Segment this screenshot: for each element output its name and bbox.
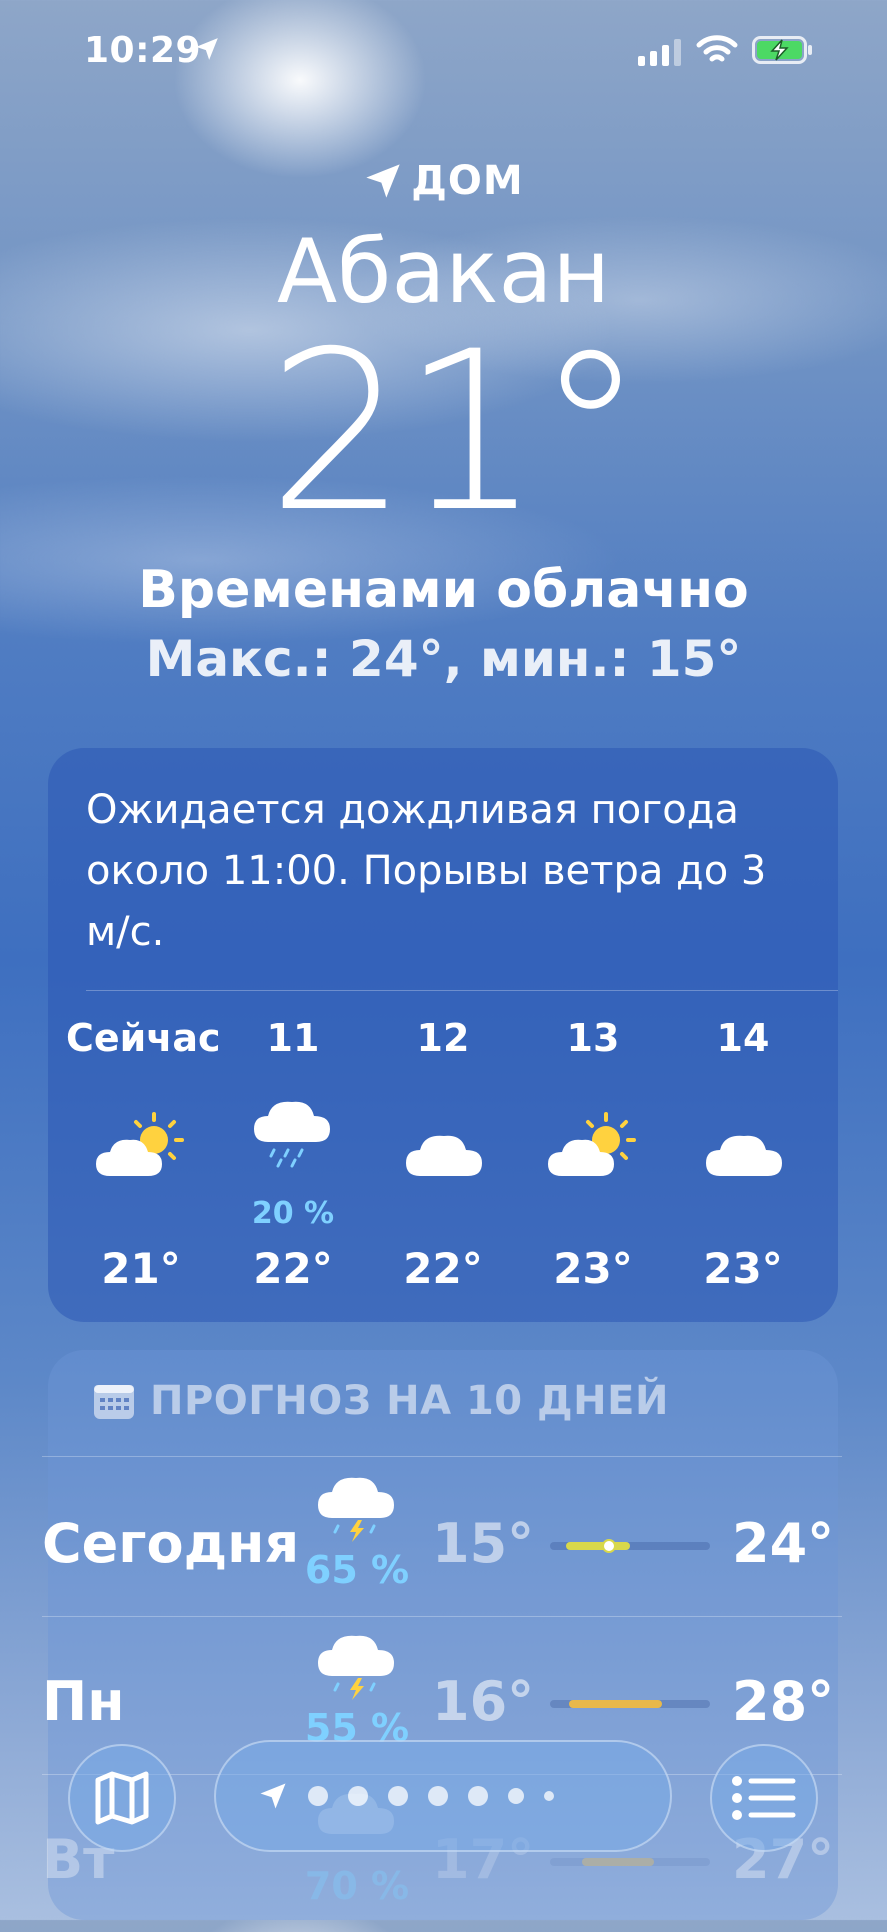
hour-label: Сейчас [66,1016,221,1060]
list-icon [732,1776,796,1820]
location-pager[interactable] [214,1740,672,1852]
hour-temperature: 21° [101,1244,181,1293]
page-dot[interactable] [348,1786,368,1806]
hour-label: 12 [416,1016,470,1060]
forecast-summary: Ожидается дождливая погода около 11:00. … [86,787,767,955]
ten-day-header: ПРОГНОЗ НА 10 ДНЕЙ [92,1378,669,1424]
page-dot[interactable] [508,1788,524,1804]
temperature-range-bar [550,1539,710,1553]
temperature-range-fill [582,1858,654,1866]
divider [42,1456,842,1457]
page-dot[interactable] [428,1786,448,1806]
temperature-range-fill [566,1542,630,1550]
page-dot[interactable] [544,1791,554,1801]
home-label: ДОМ [411,158,524,204]
day-low-temp: 16° [432,1670,535,1733]
precipitation-chance: 70 % [304,1864,410,1908]
rain-cloud-icon [254,1101,330,1168]
hour-temperature: 23° [703,1244,783,1293]
calendar-icon [94,1385,134,1419]
hourly-forecast-card[interactable]: Ожидается дождливая погода около 11:00. … [48,748,838,1322]
divider [42,1616,842,1617]
home-location-row: ДОМ [0,158,887,204]
precipitation-chance: 65 % [304,1548,410,1592]
temperature-range-fill [569,1700,662,1708]
partly-cloudy-icon [548,1112,636,1176]
partly-cloudy-icon [96,1112,184,1176]
temperature-range-bar [550,1858,710,1866]
weather-condition: Временами облачно [138,560,749,620]
hour-temperature: 22° [403,1244,483,1293]
hour-temperature: 23° [553,1244,633,1293]
thunderstorm-icon [318,1477,394,1542]
page-dot[interactable] [308,1786,328,1806]
hour-label: 13 [566,1016,620,1060]
current-location-icon [260,1783,286,1809]
ten-day-title: ПРОГНОЗ НА 10 ДНЕЙ [150,1378,669,1424]
hour-label: 11 [266,1016,320,1060]
day-high-temp: 24° [732,1512,835,1575]
location-arrow-icon [366,164,400,198]
page-dot[interactable] [388,1786,408,1806]
temperature-range-bar [550,1700,710,1708]
precipitation-chance: 20 % [251,1196,335,1231]
thunderstorm-icon [318,1635,394,1700]
locations-list-button[interactable] [710,1744,818,1852]
battery-charging-icon [752,36,812,64]
day-name: Пн [42,1670,125,1733]
divider [86,990,838,991]
current-temperature: 21° [267,304,646,560]
hour-label: 14 [716,1016,770,1060]
map-button[interactable] [68,1744,176,1852]
location-arrow-icon [196,38,218,60]
status-time: 10:29 [84,30,202,71]
current-temp-dot [602,1539,617,1553]
cellular-signal-icon [638,38,681,66]
page-dot[interactable] [468,1786,488,1806]
wifi-icon [696,35,738,62]
hourly-list[interactable]: Сейчас 21° 11 20 % 22° 12 22° 13 23° 14 … [48,1016,838,1316]
high-low-temperature: Макс.: 24°, мин.: 15° [145,630,742,688]
day-name: Сегодня [42,1512,300,1575]
day-row[interactable]: Сегодня 65 % 15° 24° [42,1460,842,1616]
map-icon [95,1771,149,1825]
day-low-temp: 15° [432,1512,535,1575]
cloud-icon [406,1135,482,1176]
hour-temperature: 22° [253,1244,333,1293]
cloud-icon [706,1135,782,1176]
day-high-temp: 28° [732,1670,835,1733]
